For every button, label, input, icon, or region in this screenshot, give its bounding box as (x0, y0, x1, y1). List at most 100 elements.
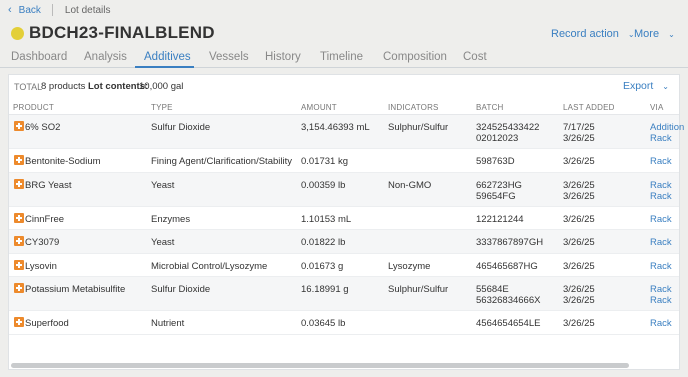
column-header-last-added[interactable]: LAST ADDED (563, 103, 615, 112)
product-amount: 0.01673 g (301, 261, 344, 272)
lot-header: BDCH23-FINALBLEND Record action ⌄ More ⌄ (0, 22, 688, 46)
table-row[interactable]: CinnFree Enzymes 1.10153 mL 122121244 3/26/2… (9, 207, 679, 230)
add-square-icon[interactable] (14, 121, 24, 131)
chevron-down-icon: ⌄ (668, 29, 675, 39)
product-type: Nutrient (151, 318, 185, 329)
status-dot (11, 27, 24, 40)
product-type: Sulfur Dioxide (151, 284, 211, 295)
add-square-icon[interactable] (14, 155, 24, 165)
product-amount: 0.00359 lb (301, 180, 346, 191)
active-tab-indicator (135, 66, 194, 68)
export-label: Export (622, 80, 654, 92)
product-amount: 0.03645 lb (301, 318, 346, 329)
record-action-button[interactable]: Record action ⌄ (551, 28, 635, 40)
batch-number-cell: 55684E 56326834666X (476, 284, 540, 306)
batch-number-cell: 598763D (476, 156, 515, 167)
last-added-date: 3/26/25 (563, 156, 595, 167)
column-header-type[interactable]: TYPE (151, 103, 173, 112)
last-added-date-cell: 3/26/25 (563, 261, 595, 272)
last-added-date: 7/17/25 (563, 122, 595, 133)
last-added-date-cell: 3/26/25 3/26/25 (563, 284, 595, 306)
tab-bar: Dashboard Analysis Additives Vessels His… (0, 48, 688, 68)
table-row[interactable]: BRG Yeast Yeast 0.00359 lb Non-GMO 662723HG 5… (9, 173, 679, 207)
more-label: More (634, 28, 660, 40)
add-square-icon[interactable] (14, 260, 24, 270)
table-row[interactable]: Superfood Nutrient 0.03645 lb 4564654654LE 3… (9, 311, 679, 335)
total-value: 8 products (41, 81, 86, 92)
product-name: 6% SO2 (25, 122, 61, 133)
column-header-via[interactable]: VIA (650, 103, 664, 112)
batch-number-cell: 465465687HG (476, 261, 538, 272)
via-link[interactable]: Rack (650, 237, 672, 248)
last-added-date-cell: 3/26/25 (563, 237, 595, 248)
tab-composition[interactable]: Composition (383, 51, 447, 63)
add-square-icon[interactable] (14, 213, 24, 223)
batch-number-cell: 324525433422 02012023 (476, 122, 539, 144)
via-link-cell: Rack (650, 261, 672, 272)
table-header: PRODUCT TYPE AMOUNT INDICATORS BATCH LAS… (9, 99, 679, 115)
column-header-batch[interactable]: BATCH (476, 103, 504, 112)
tab-timeline[interactable]: Timeline (320, 51, 363, 63)
product-indicators: Sulphur/Sulfur (388, 284, 449, 295)
via-link[interactable]: Rack (650, 284, 672, 295)
add-square-icon[interactable] (14, 317, 24, 327)
product-indicators: Sulphur/Sulfur (388, 122, 449, 133)
back-link[interactable]: ‹ Back (0, 0, 41, 20)
lot-title: BDCH23-FINALBLEND (29, 23, 215, 42)
product-name: CinnFree (25, 214, 65, 225)
add-square-icon[interactable] (14, 283, 24, 293)
last-added-date-cell: 3/26/25 3/26/25 (563, 180, 595, 202)
batch-number: 598763D (476, 156, 515, 167)
via-link[interactable]: Rack (650, 214, 672, 225)
batch-number: 122121244 (476, 214, 524, 225)
column-header-amount[interactable]: AMOUNT (301, 103, 337, 112)
product-indicators: Non-GMO (388, 180, 432, 191)
add-square-icon[interactable] (14, 179, 24, 189)
via-link-cell: Rack Rack (650, 284, 672, 306)
last-added-date-cell: 3/26/25 (563, 214, 595, 225)
tab-cost[interactable]: Cost (463, 51, 487, 63)
via-link[interactable]: Rack (650, 180, 672, 191)
tab-additives[interactable]: Additives (144, 51, 191, 63)
product-amount: 0.01822 lb (301, 237, 346, 248)
contents-value: 10,000 gal (139, 81, 184, 92)
product-amount: 1.10153 mL (301, 214, 352, 225)
batch-number: 4564654654LE (476, 318, 541, 329)
tab-history[interactable]: History (265, 51, 301, 63)
product-name: Superfood (25, 318, 69, 329)
column-header-product[interactable]: PRODUCT (13, 103, 54, 112)
add-square-icon[interactable] (14, 236, 24, 246)
batch-number: 324525433422 (476, 122, 540, 133)
last-added-date-cell: 7/17/25 3/26/25 (563, 122, 595, 144)
table-row[interactable]: 6% SO2 Sulfur Dioxide 3,154.46393 mL Sulphu… (9, 115, 684, 149)
via-link-cell: Rack (650, 214, 672, 225)
chevron-left-icon: ‹ (8, 4, 12, 16)
last-added-date: 3/26/25 (563, 214, 595, 225)
batch-number-cell: 4564654654LE (476, 318, 540, 329)
table-row[interactable]: Potassium Metabisulfite Sulfur Dioxide 16.… (9, 277, 679, 311)
via-link[interactable]: Rack (650, 156, 672, 167)
last-added-date: 3/26/25 (563, 180, 595, 191)
more-button[interactable]: More ⌄ (634, 28, 675, 40)
batch-number: 55684E (476, 284, 509, 295)
export-button[interactable]: Export ⌄ (623, 80, 669, 92)
via-link[interactable]: Rack (650, 295, 672, 306)
breadcrumb-divider (51, 4, 53, 16)
table-row[interactable]: CY3079 Yeast 0.01822 lb 3337867897GH 3/26/25… (9, 230, 679, 254)
last-added-date-cell: 3/26/25 (563, 318, 595, 329)
tab-dashboard[interactable]: Dashboard (11, 51, 67, 63)
via-link[interactable]: Rack (650, 191, 672, 202)
product-type: Microbial Control/Lysozyme (151, 261, 268, 272)
column-header-indicators[interactable]: INDICATORS (388, 103, 439, 112)
table-row[interactable]: Bentonite-Sodium Fining Agent/Clarificati… (9, 149, 679, 173)
via-link[interactable]: Rack (650, 133, 684, 144)
via-link[interactable]: Rack (650, 261, 672, 272)
via-link[interactable]: Rack (650, 318, 672, 329)
table-row[interactable]: Lysovin Microbial Control/Lysozyme 0.01673… (9, 254, 679, 277)
via-link-cell: Rack (650, 156, 672, 167)
horizontal-scrollbar[interactable] (11, 363, 629, 368)
via-link[interactable]: Addition (650, 122, 684, 133)
tab-analysis[interactable]: Analysis (84, 51, 127, 63)
tab-vessels[interactable]: Vessels (209, 51, 249, 63)
batch-number: 662723HG (476, 180, 522, 191)
